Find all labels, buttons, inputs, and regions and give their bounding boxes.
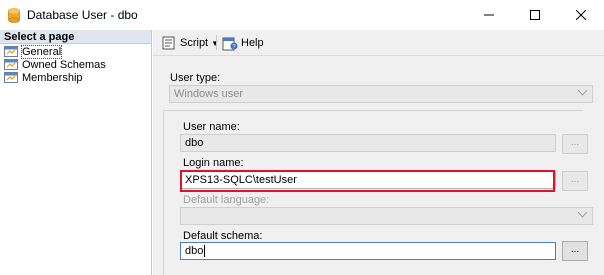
default-language-select[interactable]: [180, 207, 593, 225]
database-icon: [8, 8, 20, 23]
login-name-label: Login name:: [183, 157, 244, 169]
select-page-header: Select a page: [0, 30, 151, 44]
page-item-general[interactable]: General: [4, 44, 149, 59]
login-name-value: XPS13-SQLC\testUser: [185, 174, 297, 186]
select-page-title: Select a page: [4, 31, 75, 43]
text-cursor: [204, 245, 206, 257]
chevron-down-icon: [578, 212, 587, 218]
user-type-select[interactable]: Windows user: [169, 85, 593, 103]
minimize-icon: [484, 14, 494, 16]
page-icon: [4, 72, 18, 83]
user-name-value: dbo: [185, 137, 204, 149]
general-page-content: Script ▼ ? Help User type: Windows user …: [153, 30, 604, 275]
page-item-membership[interactable]: Membership: [4, 71, 149, 84]
user-type-label: User type:: [170, 72, 221, 84]
minimize-button[interactable]: [466, 0, 512, 30]
user-name-label: User name:: [183, 121, 240, 133]
default-schema-browse-button[interactable]: ...: [562, 241, 588, 261]
script-label: Script: [180, 37, 209, 49]
login-name-browse-button[interactable]: ...: [562, 171, 588, 191]
script-icon: [162, 36, 175, 50]
default-language-label: Default language:: [183, 194, 270, 206]
user-name-browse-button[interactable]: ...: [562, 134, 588, 154]
toolbar-separator: [216, 35, 217, 50]
close-button[interactable]: [558, 0, 604, 30]
help-button[interactable]: ? Help: [222, 34, 264, 52]
default-schema-label: Default schema:: [183, 230, 263, 242]
help-icon: ?: [222, 37, 238, 50]
page-item-label: General: [20, 44, 63, 59]
window-title: Database User - dbo: [27, 8, 138, 22]
default-schema-field[interactable]: dbo: [180, 242, 556, 260]
user-name-field[interactable]: dbo: [180, 134, 556, 152]
script-button[interactable]: Script ▼: [161, 34, 219, 52]
login-name-field[interactable]: XPS13-SQLC\testUser: [180, 171, 556, 189]
title-bar: Database User - dbo: [0, 0, 604, 30]
user-type-value: Windows user: [174, 88, 244, 100]
close-icon: [576, 10, 586, 20]
maximize-button[interactable]: [512, 0, 558, 30]
chevron-down-icon: [578, 90, 587, 96]
default-schema-value: dbo: [185, 245, 204, 257]
toolbar: Script ▼ ? Help: [153, 30, 604, 56]
page-item-owned-schemas[interactable]: Owned Schemas: [4, 58, 149, 71]
maximize-icon: [530, 10, 540, 20]
help-label: Help: [241, 37, 264, 49]
page-item-label: Membership: [22, 71, 83, 84]
select-page-pane: Select a page General Owned Schemas Memb…: [0, 30, 152, 275]
page-icon: [4, 59, 18, 70]
page-item-label: Owned Schemas: [22, 58, 106, 71]
page-icon: [4, 46, 18, 57]
